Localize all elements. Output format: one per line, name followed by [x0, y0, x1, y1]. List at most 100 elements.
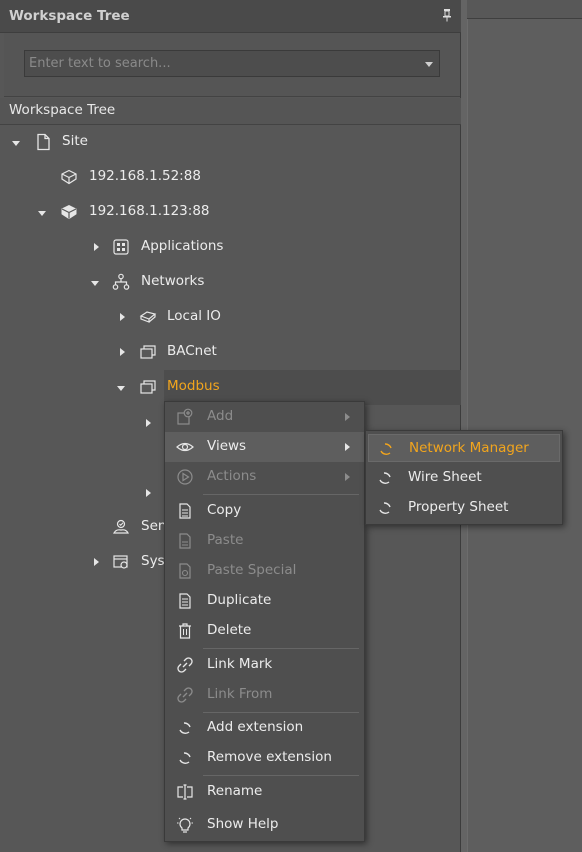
submenu-item-label: Network Manager — [409, 440, 529, 456]
expand-arrow-icon[interactable] — [91, 281, 99, 286]
tree-item-services[interactable]: Sen — [0, 510, 167, 545]
menu-separator — [203, 648, 359, 649]
menu-item-copy[interactable]: Copy — [165, 496, 364, 526]
search-input[interactable]: Enter text to search... — [24, 50, 440, 77]
menu-item-actions[interactable]: Actions — [165, 462, 364, 492]
network-stack-icon — [140, 345, 156, 359]
menu-item-label: Paste — [207, 532, 244, 548]
expand-arrow-icon[interactable] — [12, 141, 20, 146]
menu-item-remove-extension[interactable]: Remove extension — [165, 743, 364, 773]
menu-item-label: Rename — [207, 783, 263, 799]
tree-item-label: 192.168.1.123:88 — [89, 203, 210, 219]
add-icon — [177, 408, 193, 425]
menu-item-label: Duplicate — [207, 592, 272, 608]
tree-subheader: Workspace Tree — [0, 98, 461, 125]
menu-item-duplicate[interactable]: Duplicate — [165, 586, 364, 616]
rename-icon — [177, 784, 193, 800]
expand-arrow-icon[interactable] — [94, 558, 99, 566]
expand-arrow-icon[interactable] — [120, 348, 125, 356]
expand-arrow-icon[interactable] — [146, 489, 151, 497]
menu-item-label: Link From — [207, 686, 273, 702]
menu-item-add-extension[interactable]: Add extension — [165, 713, 364, 743]
tree-item-label: 192.168.1.52:88 — [89, 168, 201, 184]
tree-item-label: Applications — [141, 238, 224, 254]
chevron-down-icon[interactable] — [425, 62, 433, 67]
editor-pane-tabbar — [467, 0, 582, 19]
tree-item-local-io[interactable]: Local IO — [0, 300, 460, 335]
pin-icon[interactable] — [442, 8, 452, 22]
submenu-item-label: Property Sheet — [408, 499, 509, 515]
lightbulb-icon — [177, 817, 193, 833]
search-placeholder: Enter text to search... — [29, 56, 171, 71]
document-icon — [37, 133, 50, 151]
menu-separator — [203, 494, 359, 495]
submenu-item-property-sheet[interactable]: Property Sheet — [368, 494, 560, 522]
tree-item-label: Sen — [141, 518, 167, 534]
expand-arrow-icon[interactable] — [94, 243, 99, 251]
menu-item-label: Copy — [207, 502, 242, 518]
menu-item-show-help[interactable]: Show Help — [165, 810, 364, 840]
services-icon — [113, 519, 129, 534]
menu-item-paste[interactable]: Paste — [165, 526, 364, 556]
menu-item-rename[interactable]: Rename — [165, 777, 364, 807]
expand-arrow-icon[interactable] — [146, 419, 151, 427]
tree-item-label: Networks — [141, 273, 205, 289]
duplicate-icon — [179, 593, 191, 609]
menu-item-label: Add extension — [207, 719, 304, 735]
menu-item-link-from[interactable]: Link From — [165, 680, 364, 710]
menu-item-views[interactable]: Views — [165, 432, 364, 462]
context-menu: Add Views Actions Copy Paste Paste Speci… — [164, 401, 365, 842]
tree-item-label: Local IO — [167, 308, 221, 324]
editor-pane — [467, 0, 582, 852]
expand-arrow-icon[interactable] — [120, 313, 125, 321]
submenu-item-wire-sheet[interactable]: Wire Sheet — [368, 464, 560, 492]
menu-item-link-mark[interactable]: Link Mark — [165, 650, 364, 680]
expand-arrow-icon[interactable] — [38, 211, 46, 216]
menu-item-label: Link Mark — [207, 656, 273, 672]
expand-arrow-icon[interactable] — [117, 386, 125, 391]
tree-item-modbus[interactable]: Modbus — [0, 370, 460, 405]
submenu-arrow-icon — [345, 443, 350, 451]
tree-item-bacnet[interactable]: BACnet — [0, 335, 460, 370]
tree-item-label: Modbus — [167, 378, 220, 394]
tree-item-networks[interactable]: Networks — [0, 265, 460, 300]
io-module-icon — [139, 311, 157, 323]
extension-icon — [179, 722, 191, 734]
view-icon — [379, 472, 391, 484]
tree-item-collapsed-1[interactable] — [0, 405, 160, 440]
server-filled-icon — [61, 204, 77, 220]
tree-item-label: Site — [62, 133, 88, 149]
play-icon — [177, 469, 193, 485]
extension-icon — [179, 752, 191, 764]
menu-item-add[interactable]: Add — [165, 402, 364, 432]
submenu-arrow-icon — [345, 413, 350, 421]
menu-item-label: Add — [207, 408, 234, 424]
panel-title: Workspace Tree — [9, 8, 130, 24]
views-submenu: Network Manager Wire Sheet Property Shee… — [365, 430, 563, 525]
trash-icon — [179, 623, 191, 639]
view-icon — [379, 502, 391, 514]
tree-item-device-1[interactable]: 192.168.1.52:88 — [0, 160, 460, 195]
menu-item-label: Views — [207, 438, 247, 454]
server-outline-icon — [61, 169, 77, 185]
submenu-item-network-manager[interactable]: Network Manager — [368, 434, 560, 462]
menu-item-label: Delete — [207, 622, 252, 638]
tree-item-system[interactable]: Sys — [0, 545, 165, 580]
paste-icon — [179, 533, 191, 549]
tree-item-label: Sys — [141, 553, 165, 569]
network-stack-icon — [140, 380, 156, 394]
menu-item-paste-special[interactable]: Paste Special — [165, 556, 364, 586]
eye-icon — [176, 442, 194, 452]
menu-item-label: Actions — [207, 468, 257, 484]
menu-item-delete[interactable]: Delete — [165, 616, 364, 646]
menu-separator — [203, 775, 359, 776]
menu-item-label: Paste Special — [207, 562, 297, 578]
tree-item-site[interactable]: Site — [0, 125, 460, 160]
tree-item-applications[interactable]: Applications — [0, 230, 460, 265]
menu-item-label: Show Help — [207, 816, 279, 832]
tree-item-device-2[interactable]: 192.168.1.123:88 — [0, 195, 460, 230]
menu-item-label: Remove extension — [207, 749, 332, 765]
system-icon — [113, 555, 128, 569]
tree-subheader-label: Workspace Tree — [9, 102, 116, 118]
tree-item-collapsed-2[interactable] — [0, 475, 160, 510]
